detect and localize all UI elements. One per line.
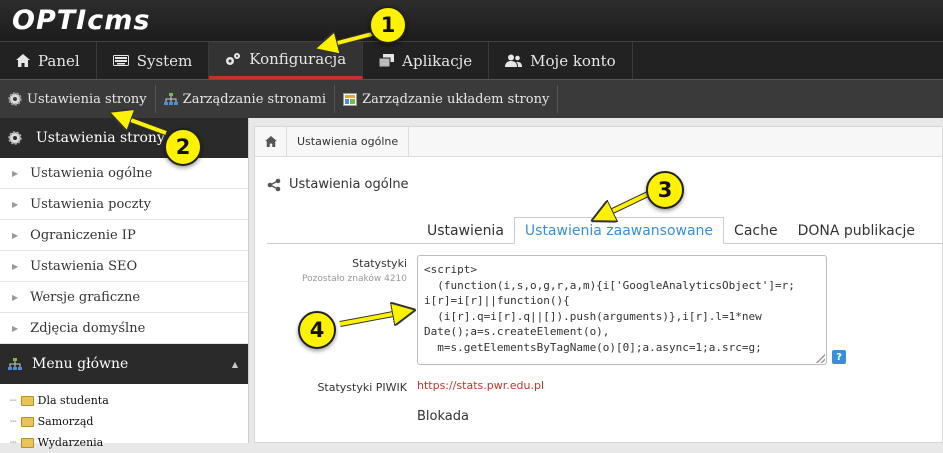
annotation-badge-1: 1 <box>369 6 407 44</box>
annotation-badge-4: 4 <box>298 311 336 349</box>
annotation-badge-2: 2 <box>164 128 202 166</box>
annotation-arrows <box>0 31 650 327</box>
annotation-badge-3: 3 <box>646 171 684 209</box>
